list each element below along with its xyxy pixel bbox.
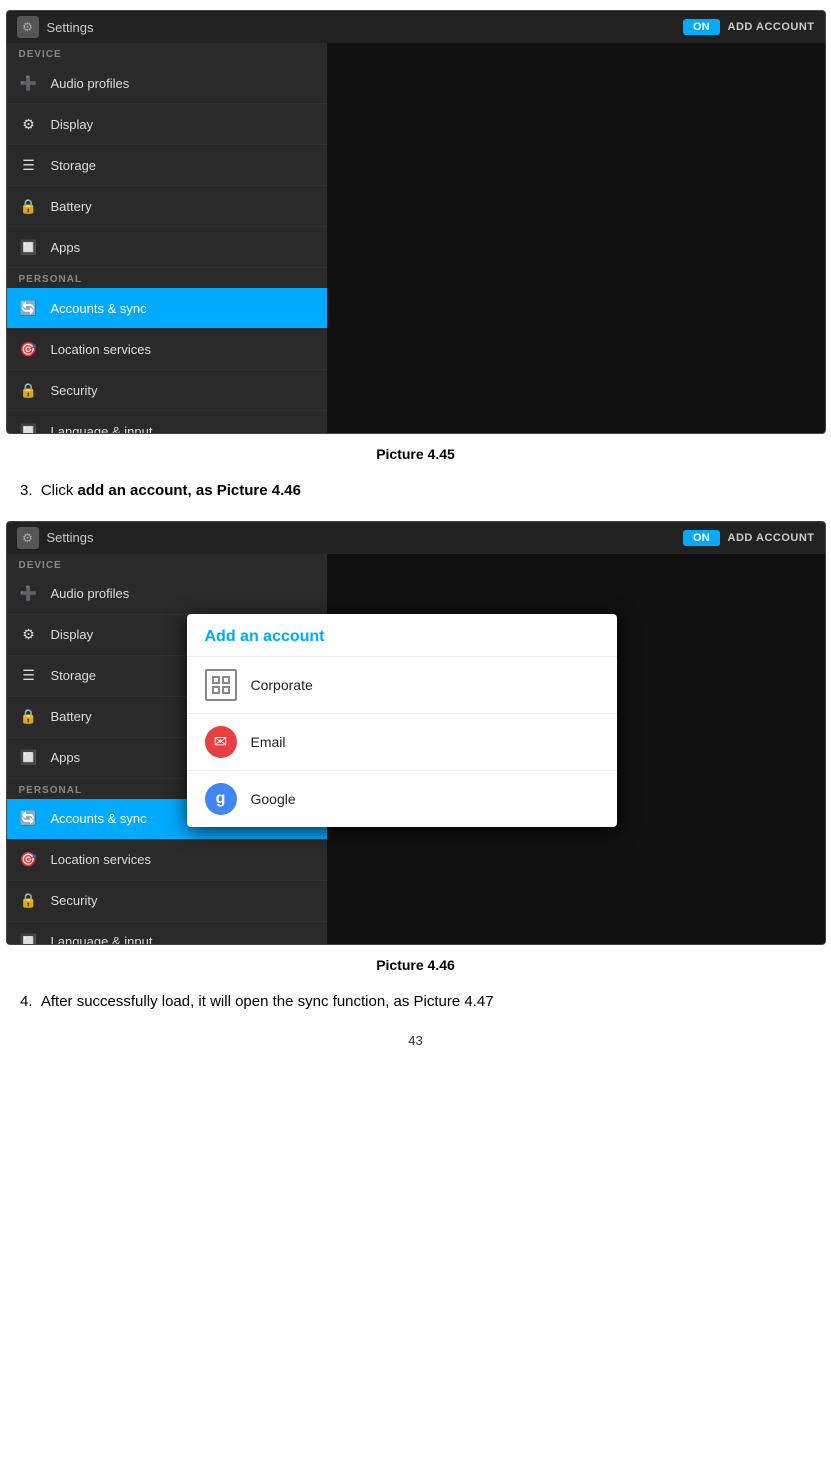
menu-item-language[interactable]: 🔲 Language & input xyxy=(7,411,327,434)
dialog-item-email[interactable]: ✉ Email xyxy=(187,713,617,770)
settings-icon: ⚙ xyxy=(17,16,39,38)
storage-label-2: Storage xyxy=(51,668,97,683)
dialog-item-google[interactable]: g Google xyxy=(187,770,617,827)
instruction-1-bold: add an account, as Picture 4.46 xyxy=(78,482,301,499)
add-account-dialog: Add an account Corporate xyxy=(187,614,617,827)
menu-item-audio-2[interactable]: ➕ Audio profiles xyxy=(7,574,327,615)
android-header-2: ⚙ Settings ON ADD ACCOUNT xyxy=(7,522,825,554)
caption-1: Picture 4.45 xyxy=(0,446,831,462)
page-number: 43 xyxy=(0,1033,831,1068)
security-icon-2: 🔒 xyxy=(19,891,39,911)
storage-label: Storage xyxy=(51,158,97,173)
device-section-label-2: DEVICE xyxy=(7,554,327,574)
dialog-title: Add an account xyxy=(187,614,617,656)
android-header-1: ⚙ Settings ON ADD ACCOUNT xyxy=(7,11,825,43)
language-label: Language & input xyxy=(51,424,153,435)
apps-label: Apps xyxy=(51,240,81,255)
accounts-label: Accounts & sync xyxy=(51,301,147,316)
language-icon-2: 🔲 xyxy=(19,932,39,945)
instruction-2: 4. After successfully load, it will open… xyxy=(20,991,811,1014)
header-right-1: ON ADD ACCOUNT xyxy=(683,19,814,35)
menu-item-storage[interactable]: ☰ Storage xyxy=(7,145,327,186)
corporate-label: Corporate xyxy=(251,677,313,693)
personal-section-label: PERSONAL xyxy=(7,268,327,288)
location-icon: 🎯 xyxy=(19,339,39,359)
device-section-label: DEVICE xyxy=(7,43,327,63)
display-icon-2: ⚙ xyxy=(19,625,39,645)
battery-icon: 🔒 xyxy=(19,196,39,216)
screenshot-1: ⚙ Settings ON ADD ACCOUNT DEVICE ➕ Audio… xyxy=(6,10,826,434)
settings-content-1 xyxy=(327,43,825,433)
menu-item-location-2[interactable]: 🎯 Location services xyxy=(7,840,327,881)
menu-item-location[interactable]: 🎯 Location services xyxy=(7,329,327,370)
menu-item-accounts[interactable]: 🔄 Accounts & sync xyxy=(7,288,327,329)
menu-item-security-2[interactable]: 🔒 Security xyxy=(7,881,327,922)
security-label-2: Security xyxy=(51,893,98,908)
header-right-2: ON ADD ACCOUNT xyxy=(683,530,814,546)
menu-item-battery[interactable]: 🔒 Battery xyxy=(7,186,327,227)
instruction-1: 3. Click add an account, as Picture 4.46 xyxy=(20,480,811,503)
instruction-1-number: 3. xyxy=(20,482,33,499)
location-label-2: Location services xyxy=(51,852,151,867)
apps-icon: 🔲 xyxy=(19,237,39,257)
display-label-2: Display xyxy=(51,627,94,642)
google-icon: g xyxy=(205,783,237,815)
storage-icon: ☰ xyxy=(19,155,39,175)
audio-label: Audio profiles xyxy=(51,76,130,91)
header-left-2: ⚙ Settings xyxy=(17,527,94,549)
apps-icon-2: 🔲 xyxy=(19,748,39,768)
apps-label-2: Apps xyxy=(51,750,81,765)
security-label: Security xyxy=(51,383,98,398)
google-label: Google xyxy=(251,791,296,807)
audio-icon-2: ➕ xyxy=(19,584,39,604)
menu-item-display[interactable]: ⚙ Display xyxy=(7,104,327,145)
audio-icon: ➕ xyxy=(19,73,39,93)
security-icon: 🔒 xyxy=(19,380,39,400)
location-icon-2: 🎯 xyxy=(19,850,39,870)
accounts-label-2: Accounts & sync xyxy=(51,811,147,826)
accounts-icon-2: 🔄 xyxy=(19,809,39,829)
settings-body-2: DEVICE ➕ Audio profiles ⚙ Display ☰ Stor… xyxy=(7,554,825,944)
caption-2: Picture 4.46 xyxy=(0,957,831,973)
header-left-1: ⚙ Settings xyxy=(17,16,94,38)
menu-item-language-2[interactable]: 🔲 Language & input xyxy=(7,922,327,945)
display-label: Display xyxy=(51,117,94,132)
audio-label-2: Audio profiles xyxy=(51,586,130,601)
menu-item-apps[interactable]: 🔲 Apps xyxy=(7,227,327,268)
settings-title-1: Settings xyxy=(47,20,94,35)
settings-sidebar-1: DEVICE ➕ Audio profiles ⚙ Display ☰ Stor… xyxy=(7,43,327,433)
email-label: Email xyxy=(251,734,286,750)
settings-content-2: Add an account Corporate xyxy=(327,554,825,944)
battery-label-2: Battery xyxy=(51,709,92,724)
screenshot-2: ⚙ Settings ON ADD ACCOUNT DEVICE ➕ Audio… xyxy=(6,521,826,945)
corporate-icon xyxy=(205,669,237,701)
menu-item-security[interactable]: 🔒 Security xyxy=(7,370,327,411)
display-icon: ⚙ xyxy=(19,114,39,134)
instruction-2-text: After successfully load, it will open th… xyxy=(41,993,494,1010)
add-account-button-1[interactable]: ADD ACCOUNT xyxy=(728,21,815,33)
location-label: Location services xyxy=(51,342,151,357)
language-label-2: Language & input xyxy=(51,934,153,945)
storage-icon-2: ☰ xyxy=(19,666,39,686)
add-account-button-2[interactable]: ADD ACCOUNT xyxy=(728,532,815,544)
email-icon: ✉ xyxy=(205,726,237,758)
instruction-2-number: 4. xyxy=(20,993,33,1010)
page-container: ⚙ Settings ON ADD ACCOUNT DEVICE ➕ Audio… xyxy=(0,10,831,1098)
dialog-item-corporate[interactable]: Corporate xyxy=(187,656,617,713)
settings-title-2: Settings xyxy=(47,530,94,545)
accounts-icon: 🔄 xyxy=(19,298,39,318)
on-button-2[interactable]: ON xyxy=(683,530,720,546)
battery-label: Battery xyxy=(51,199,92,214)
on-button-1[interactable]: ON xyxy=(683,19,720,35)
settings-icon-2: ⚙ xyxy=(17,527,39,549)
battery-icon-2: 🔒 xyxy=(19,707,39,727)
menu-item-audio[interactable]: ➕ Audio profiles xyxy=(7,63,327,104)
settings-body-1: DEVICE ➕ Audio profiles ⚙ Display ☰ Stor… xyxy=(7,43,825,433)
language-icon: 🔲 xyxy=(19,421,39,434)
